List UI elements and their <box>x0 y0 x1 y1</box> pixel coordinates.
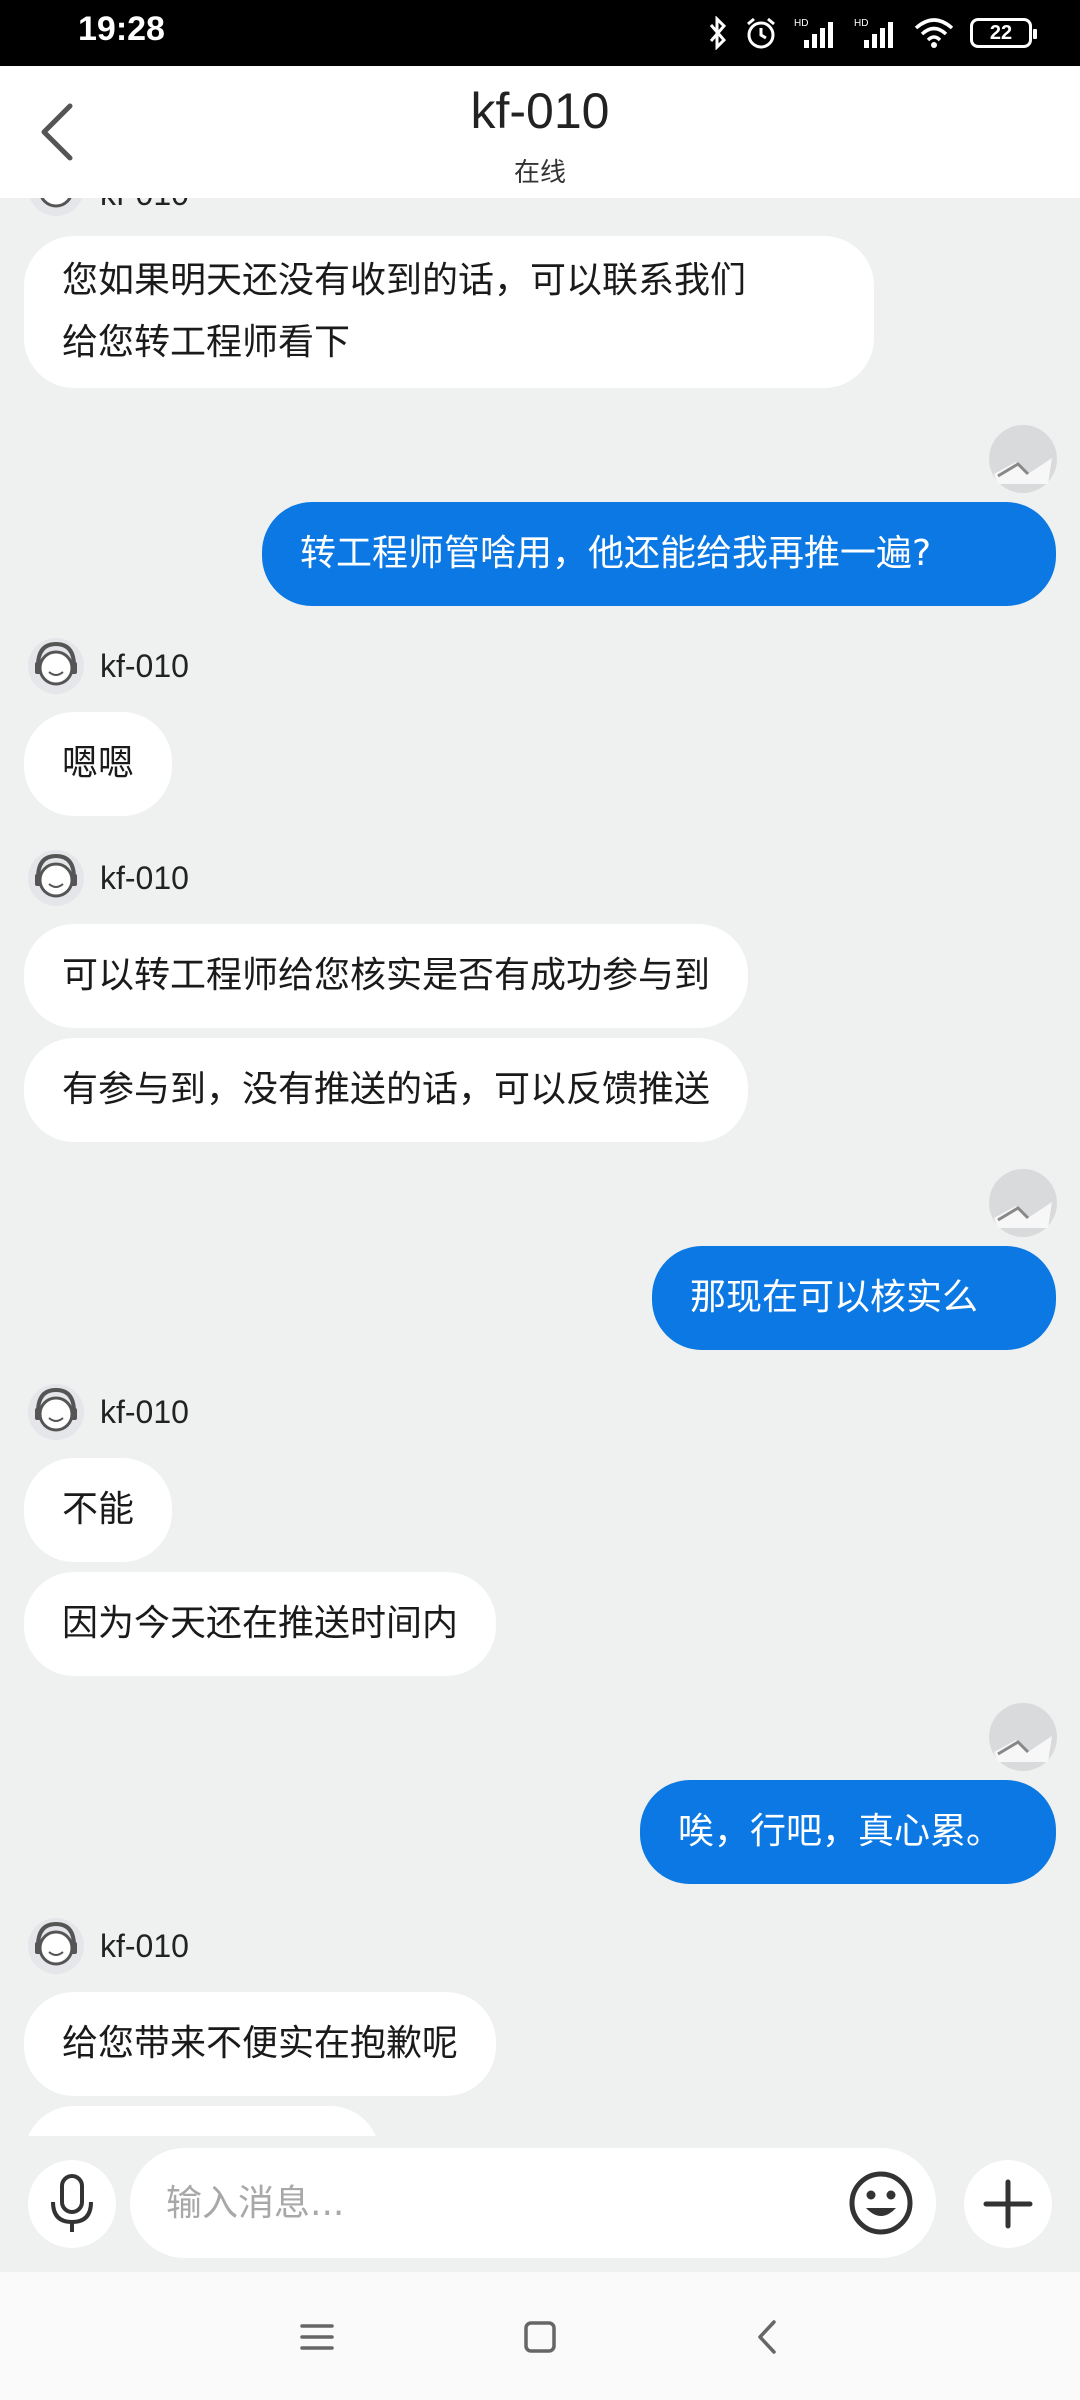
home-square-icon[interactable] <box>515 2312 565 2362</box>
agent-message-bubble[interactable]: 嗯嗯 <box>24 712 173 816</box>
agent-avatar <box>28 638 84 694</box>
message-input[interactable] <box>164 2172 808 2234</box>
signal-hd-icon: HD <box>794 18 833 48</box>
input-bar <box>0 2136 1080 2272</box>
back-triangle-icon[interactable] <box>742 2312 792 2362</box>
status-icons: HD HD 22 <box>708 12 1037 54</box>
message-line: 给您转工程师看下 <box>62 322 351 363</box>
sender-name: kf-010 <box>100 648 189 684</box>
signal-hd-icon-2: HD <box>854 18 893 48</box>
chat-title: kf-010 <box>470 83 610 139</box>
agent-avatar <box>28 850 84 906</box>
message-input-container <box>130 2148 936 2258</box>
status-bar: 19:28 HD HD 22 <box>0 0 1080 66</box>
microphone-icon <box>51 2174 93 2232</box>
agent-message-bubble[interactable]: 给您带来不便实在抱歉呢 <box>24 1992 497 2096</box>
wifi-icon <box>914 18 954 48</box>
smiley-icon[interactable] <box>846 2168 916 2238</box>
agent-message-bubble[interactable]: 因为今天还在推送时间内 <box>24 1572 497 1676</box>
message-line: 您如果明天还没有收到的话，可以联系我们 <box>62 260 747 301</box>
message-list[interactable]: kf-010 您如果明天还没有收到的话，可以联系我们 给您转工程师看下 转工程师… <box>0 198 1080 2136</box>
agent-message-bubble[interactable]: 可以转工程师给您核实是否有成功参与到 <box>24 924 749 1028</box>
agent-message-bubble[interactable]: 您如果明天还没有收到的话，可以联系我们 给您转工程师看下 <box>24 236 874 388</box>
my-message-bubble[interactable]: 唉，行吧，真心累。 <box>640 1780 1056 1884</box>
my-message-bubble[interactable]: 那现在可以核实么 <box>652 1246 1056 1350</box>
sender-name: kf-010 <box>100 860 189 896</box>
menu-icon[interactable] <box>292 2312 342 2362</box>
agent-message-bubble-partial[interactable] <box>24 2106 380 2136</box>
svg-text:HD: HD <box>794 18 808 29</box>
my-message-bubble[interactable]: 转工程师管啥用，他还能给我再推一遍? <box>262 502 1056 606</box>
online-status: 在线 <box>513 158 566 188</box>
sender-name: kf-010 <box>100 1394 189 1430</box>
voice-button[interactable] <box>28 2160 116 2248</box>
agent-message-bubble[interactable]: 有参与到，没有推送的话，可以反馈推送 <box>24 1038 749 1142</box>
my-avatar <box>989 425 1057 493</box>
my-avatar <box>989 1703 1057 1771</box>
status-time: 19:28 <box>78 10 165 48</box>
agent-message-bubble[interactable]: 不能 <box>24 1458 173 1562</box>
agent-avatar <box>28 1918 84 1974</box>
svg-text:HD: HD <box>854 18 868 29</box>
agent-avatar <box>28 1384 84 1440</box>
sender-name: kf-010 <box>100 1928 189 1964</box>
alarm-icon <box>747 17 775 49</box>
system-nav-bar <box>0 2272 1080 2400</box>
plus-icon <box>983 2179 1033 2229</box>
agent-avatar <box>29 198 83 216</box>
sender-name: kf-010 <box>100 198 189 213</box>
chat-header: kf-010 在线 <box>0 66 1080 198</box>
bluetooth-icon <box>709 16 727 50</box>
add-button[interactable] <box>964 2160 1052 2248</box>
battery-icon: 22 <box>970 18 1037 48</box>
my-avatar <box>989 1169 1057 1237</box>
